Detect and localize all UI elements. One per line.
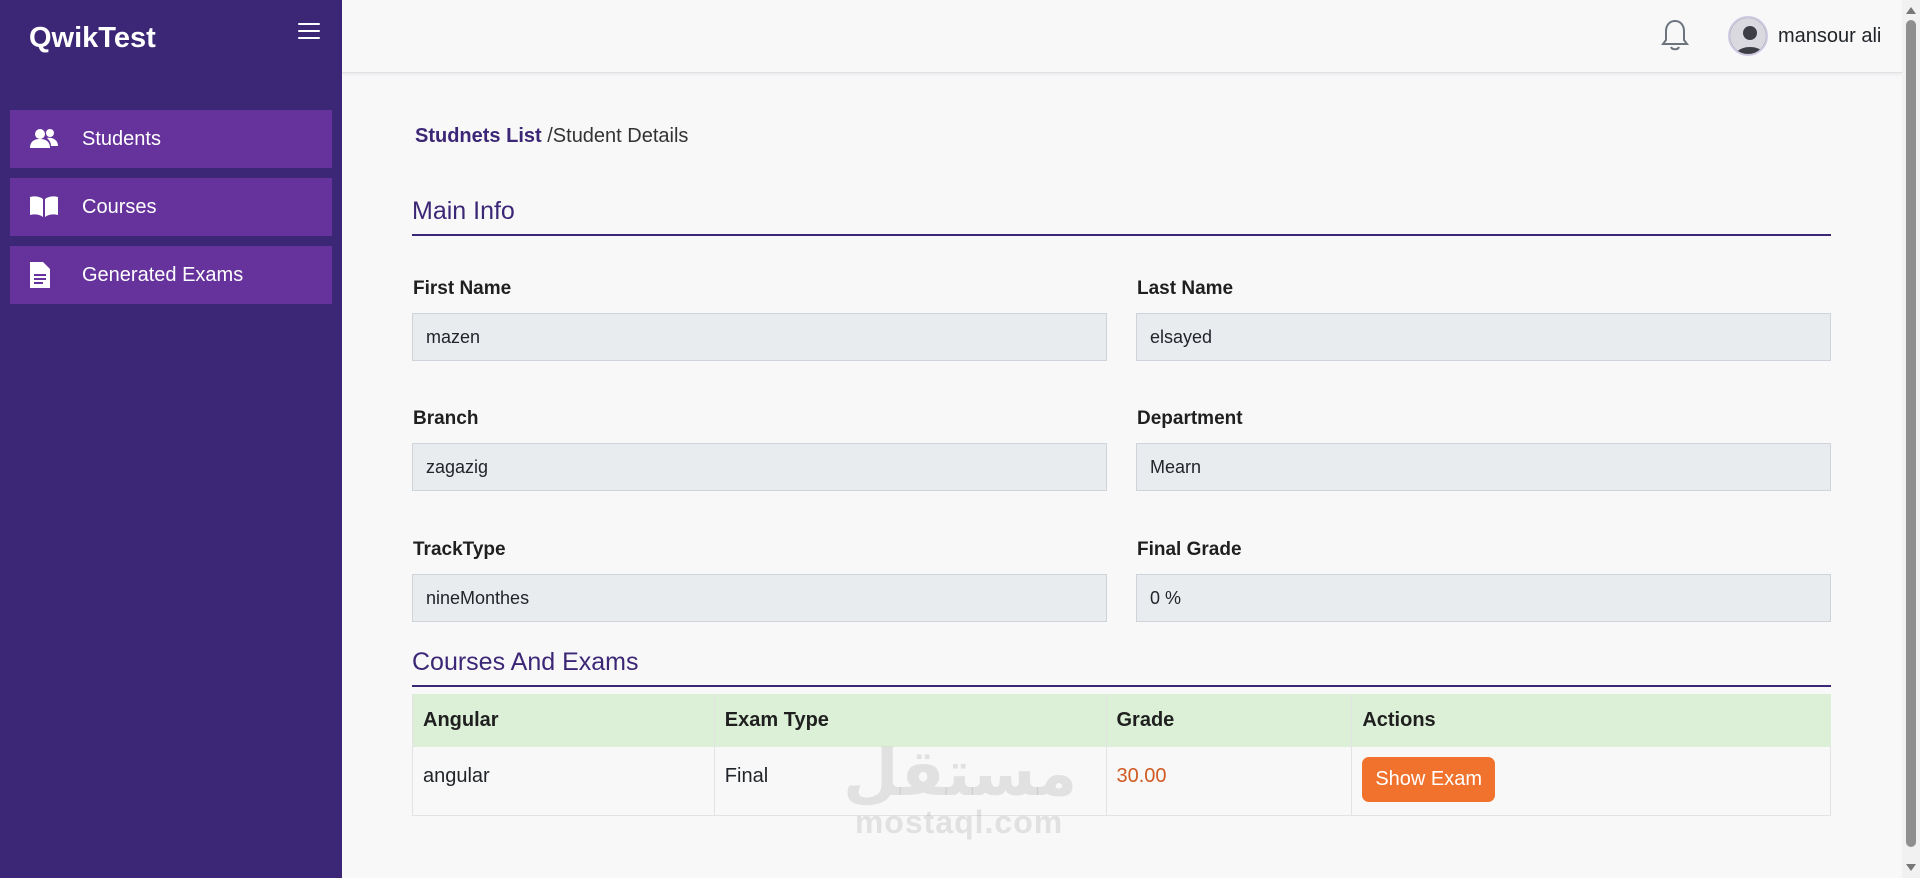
department-field[interactable] — [1136, 443, 1831, 491]
breadcrumb-link-students-list[interactable]: Studnets List — [415, 125, 542, 147]
first-name-field[interactable] — [412, 313, 1107, 361]
sidebar-item-label: Generated Exams — [82, 263, 244, 286]
cell-course: angular — [412, 747, 715, 816]
show-exam-button[interactable]: Show Exam — [1362, 757, 1496, 802]
brand-logo[interactable]: QwikTest — [29, 22, 156, 55]
table-header-row: Angular Exam Type Grade Actions — [412, 694, 1831, 747]
sidebar-item-label: Students — [82, 127, 161, 150]
watermark-latin: mostaql.com — [854, 804, 1064, 840]
top-header: mansour ali — [342, 0, 1902, 73]
cell-grade: 30.00 — [1105, 747, 1353, 816]
watermark: مستقل mostaql.com — [843, 737, 1078, 840]
column-header-course: Angular — [412, 694, 715, 747]
user-name: mansour ali — [1778, 24, 1882, 47]
table-row: angular Final 30.00 Show Exam — [412, 747, 1831, 816]
book-open-icon — [30, 194, 62, 220]
sidebar-item-courses[interactable]: Courses — [10, 178, 332, 236]
sidebar-nav: Students Courses Generated Exams — [10, 110, 332, 314]
breadcrumb: Studnets List /Student Details — [415, 125, 688, 148]
breadcrumb-current: /Student Details — [547, 125, 689, 147]
track-type-field[interactable] — [412, 574, 1107, 622]
courses-exams-table: Angular Exam Type Grade Actions angular … — [412, 694, 1831, 816]
user-menu[interactable]: mansour ali — [1728, 16, 1881, 56]
last-name-label: Last Name — [1137, 278, 1234, 299]
sidebar-item-students[interactable]: Students — [10, 110, 332, 168]
last-name-field[interactable] — [1136, 313, 1831, 361]
file-text-icon — [30, 262, 62, 288]
column-header-actions: Actions — [1351, 694, 1831, 747]
hamburger-menu-icon[interactable] — [298, 23, 320, 41]
watermark-arabic: مستقل — [843, 737, 1078, 811]
scroll-down-arrow-icon[interactable] — [1906, 864, 1916, 871]
section-title-main-info: Main Info — [412, 197, 1831, 236]
final-grade-label: Final Grade — [1137, 539, 1242, 560]
bell-icon[interactable] — [1660, 18, 1692, 54]
section-title-courses-and-exams: Courses And Exams — [412, 648, 1831, 687]
column-header-grade: Grade — [1105, 694, 1352, 747]
branch-label: Branch — [413, 408, 479, 429]
user-avatar-icon — [1728, 16, 1768, 56]
vertical-scrollbar[interactable] — [1902, 0, 1920, 878]
branch-field[interactable] — [412, 443, 1107, 491]
scroll-thumb[interactable] — [1906, 20, 1916, 847]
scroll-up-arrow-icon[interactable] — [1906, 7, 1916, 14]
sidebar-item-generated-exams[interactable]: Generated Exams — [10, 246, 332, 304]
cell-actions: Show Exam — [1351, 747, 1831, 816]
track-type-label: TrackType — [413, 539, 506, 560]
final-grade-field[interactable] — [1136, 574, 1831, 622]
sidebar: QwikTest Students Courses Generated Exam… — [0, 0, 342, 878]
sidebar-item-label: Courses — [82, 195, 157, 218]
department-label: Department — [1137, 408, 1243, 429]
first-name-label: First Name — [413, 278, 512, 299]
users-icon — [30, 126, 62, 152]
